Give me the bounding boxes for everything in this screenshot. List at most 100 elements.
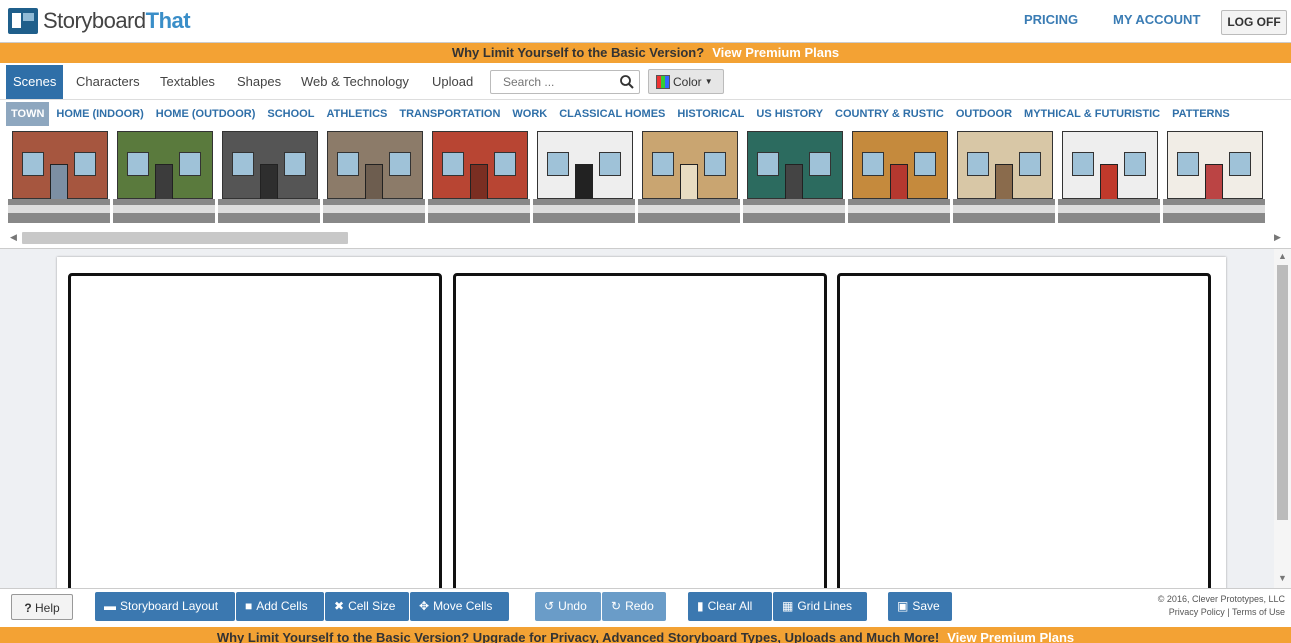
button-label: Move Cells xyxy=(433,599,493,613)
search-box xyxy=(490,70,640,94)
scene-thumbnail[interactable] xyxy=(428,130,530,223)
tab-web-technology[interactable]: Web & Technology xyxy=(301,65,409,99)
resize-icon: ✖ xyxy=(334,599,345,613)
save-button[interactable]: ▣ Save xyxy=(888,592,952,621)
log-off-button[interactable]: LOG OFF xyxy=(1221,10,1287,35)
cell-size-button[interactable]: ✖ Cell Size xyxy=(325,592,409,621)
grid-lines-button[interactable]: ▦ Grid Lines xyxy=(773,592,867,621)
search-icon[interactable] xyxy=(619,74,635,90)
tab-shapes[interactable]: Shapes xyxy=(237,65,281,99)
scene-thumbnail[interactable] xyxy=(8,130,110,223)
scene-thumbnail[interactable] xyxy=(1163,130,1265,223)
button-label: Clear All xyxy=(707,599,753,613)
scene-thumbnail[interactable] xyxy=(638,130,740,223)
scene-thumbnail[interactable] xyxy=(113,130,215,223)
button-label: Redo xyxy=(625,599,654,613)
scene-thumbnail[interactable] xyxy=(1058,130,1160,223)
scroll-right-icon[interactable]: ▶ xyxy=(1274,232,1281,243)
undo-icon: ↺ xyxy=(544,599,555,613)
scene-thumbnail[interactable] xyxy=(743,130,845,223)
storyboard-canvas-area: ▲ ▼ xyxy=(0,248,1291,619)
button-label: Grid Lines xyxy=(797,599,853,613)
storyboard-page xyxy=(57,257,1226,619)
question-icon: ? xyxy=(24,601,32,615)
storyboard-layout-button[interactable]: ▬ Storyboard Layout xyxy=(95,592,235,621)
view-premium-plans-link[interactable]: View Premium Plans xyxy=(947,630,1074,643)
promo-text: Why Limit Yourself to the Basic Version? xyxy=(451,45,705,60)
logo-icon xyxy=(8,8,38,34)
scene-thumbnail[interactable] xyxy=(953,130,1055,223)
button-label: Cell Size xyxy=(348,599,396,613)
scrollbar-thumb[interactable] xyxy=(22,232,348,244)
storyboard-cell[interactable] xyxy=(837,273,1211,619)
scene-thumbnail[interactable] xyxy=(848,130,950,223)
category-historical[interactable]: HISTORICAL xyxy=(677,108,744,120)
scrollbar-thumb[interactable] xyxy=(1277,265,1288,520)
category-classical-homes[interactable]: CLASSICAL HOMES xyxy=(559,108,665,120)
tab-upload[interactable]: Upload xyxy=(432,65,473,99)
terms-of-use-link[interactable]: Terms of Use xyxy=(1232,607,1285,617)
privacy-policy-link[interactable]: Privacy Policy xyxy=(1169,607,1225,617)
my-account-link[interactable]: MY ACCOUNT xyxy=(1113,12,1200,27)
storyboard-cell[interactable] xyxy=(453,273,827,619)
storyboardthat-logo[interactable]: StoryboardThat xyxy=(8,6,191,36)
canvas-scrollbar[interactable]: ▲ ▼ xyxy=(1274,249,1291,589)
search-input[interactable] xyxy=(501,74,617,90)
logo-text-bold: That xyxy=(145,8,191,33)
tab-scenes[interactable]: Scenes xyxy=(6,65,64,99)
color-palette-icon xyxy=(656,74,670,89)
category-town[interactable]: TOWN xyxy=(6,102,50,126)
category-mythical-futuristic[interactable]: MYTHICAL & FUTURISTIC xyxy=(1024,108,1160,120)
redo-button[interactable]: ↻ Redo xyxy=(602,592,666,621)
category-transportation[interactable]: TRANSPORTATION xyxy=(399,108,500,120)
scene-thumbnail[interactable] xyxy=(218,130,320,223)
category-home-indoor[interactable]: HOME (INDOOR) xyxy=(56,108,143,120)
scroll-left-icon[interactable]: ◀ xyxy=(10,232,17,243)
library-tabs: Scenes Characters Textables Shapes Web &… xyxy=(0,65,1291,100)
scene-thumbnail[interactable] xyxy=(323,130,425,223)
clear-all-button[interactable]: ▮ Clear All xyxy=(688,592,772,621)
category-us-history[interactable]: US HISTORY xyxy=(756,108,823,120)
footer-legal: © 2016, Clever Prototypes, LLC Privacy P… xyxy=(1110,593,1285,619)
button-label: Add Cells xyxy=(256,599,308,613)
add-cells-button[interactable]: ■ Add Cells xyxy=(236,592,324,621)
color-dropdown-button[interactable]: Color ▼ xyxy=(648,69,724,94)
grid-icon: ▦ xyxy=(782,599,794,613)
promo-banner-top: Why Limit Yourself to the Basic Version?… xyxy=(0,43,1291,63)
trash-icon: ▮ xyxy=(697,599,704,613)
scroll-down-icon[interactable]: ▼ xyxy=(1278,573,1287,583)
move-cells-button[interactable]: ✥ Move Cells xyxy=(410,592,509,621)
scene-thumbnail[interactable] xyxy=(533,130,635,223)
layout-icon: ▬ xyxy=(104,599,116,613)
category-athletics[interactable]: ATHLETICS xyxy=(326,108,387,120)
category-school[interactable]: SCHOOL xyxy=(267,108,314,120)
category-outdoor[interactable]: OUTDOOR xyxy=(956,108,1012,120)
view-premium-plans-link[interactable]: View Premium Plans xyxy=(712,45,839,60)
bottom-toolbar: ? Help ▬ Storyboard Layout ■ Add Cells ✖ Ce… xyxy=(0,588,1291,627)
footer-separator: | xyxy=(1227,607,1230,617)
category-country-rustic[interactable]: COUNTRY & RUSTIC xyxy=(835,108,944,120)
scene-categories: TOWN HOME (INDOOR) HOME (OUTDOOR) SCHOOL ATH… xyxy=(0,101,1291,127)
category-home-outdoor[interactable]: HOME (OUTDOOR) xyxy=(156,108,256,120)
add-cells-icon: ■ xyxy=(245,599,253,613)
tab-characters[interactable]: Characters xyxy=(76,65,140,99)
category-work[interactable]: WORK xyxy=(512,108,547,120)
scroll-up-icon[interactable]: ▲ xyxy=(1278,251,1287,261)
redo-icon: ↻ xyxy=(611,599,622,613)
caret-down-icon: ▼ xyxy=(704,77,713,86)
thumbnail-scrollbar[interactable]: ◀ ▶ xyxy=(8,230,1283,246)
help-label: Help xyxy=(35,601,60,615)
copyright-text: © 2016, Clever Prototypes, LLC xyxy=(1157,594,1285,604)
logo-text-plain: Storyboard xyxy=(43,8,146,33)
tab-textables[interactable]: Textables xyxy=(160,65,215,99)
help-button[interactable]: ? Help xyxy=(11,594,73,620)
button-label: Storyboard Layout xyxy=(120,599,219,613)
category-patterns[interactable]: PATTERNS xyxy=(1172,108,1230,120)
app-header: StoryboardThat PRICING MY ACCOUNT LOG OF… xyxy=(0,0,1291,43)
promo-banner-bottom: Why Limit Yourself to the Basic Version?… xyxy=(0,627,1291,643)
button-label: Save xyxy=(912,599,940,613)
pricing-link[interactable]: PRICING xyxy=(1024,12,1078,27)
storyboard-cell[interactable] xyxy=(68,273,442,619)
undo-button[interactable]: ↺ Undo xyxy=(535,592,601,621)
logo-text: StoryboardThat xyxy=(43,8,191,34)
